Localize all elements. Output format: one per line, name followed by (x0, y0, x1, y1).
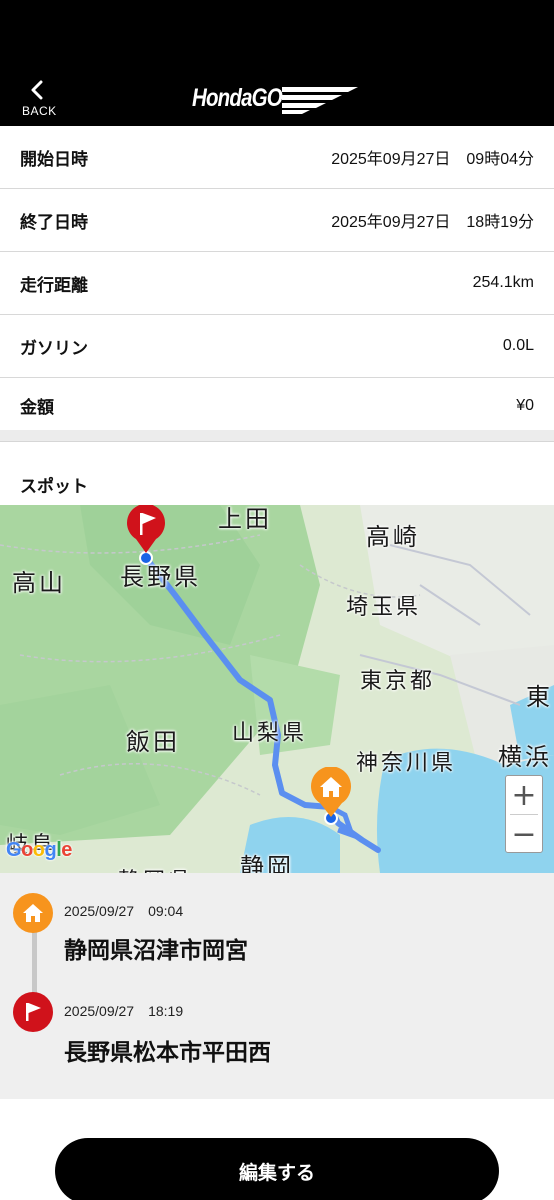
detail-value: 254.1km (472, 274, 534, 291)
detail-value: 0.0L (502, 337, 534, 354)
detail-value: ¥0 (516, 396, 534, 414)
route-line (139, 551, 381, 853)
detail-row-start-time: 開始日時 2025年09月27日 09時04分 (0, 126, 554, 189)
zoom-control: + − (505, 775, 543, 853)
logo-text: HondaGO (192, 83, 283, 112)
detail-label: 金額 (20, 398, 54, 417)
timeline-place: 長野県松本市平田西 (64, 1039, 271, 1065)
section-divider (0, 430, 554, 442)
back-button[interactable]: BACK (14, 76, 66, 122)
edit-button[interactable]: 編集する (55, 1138, 499, 1200)
map-label: 長野県 (120, 564, 201, 591)
detail-row-gasoline: ガソリン 0.0L (0, 315, 554, 378)
back-label: BACK (22, 104, 57, 118)
map-label: 静岡 (240, 854, 294, 873)
app-header: BACK HondaGO (0, 0, 554, 126)
map-label: 静岡県 (118, 863, 193, 873)
ride-details: 開始日時 2025年09月27日 09時04分 終了日時 2025年09月27日… (0, 126, 554, 433)
map-label: 東京都 (360, 668, 436, 693)
detail-row-distance: 走行距離 254.1km (0, 252, 554, 315)
map-label: 埼玉県 (346, 594, 422, 619)
zoom-in-button[interactable]: + (506, 776, 542, 814)
map-label: 高山 (12, 570, 66, 597)
detail-label: 開始日時 (20, 149, 88, 169)
end-flag-marker[interactable] (124, 505, 168, 555)
start-home-marker[interactable] (309, 767, 353, 819)
chevron-left-icon (31, 80, 43, 100)
spot-section-title: スポット (20, 477, 88, 496)
map-label: 横浜 (498, 744, 552, 771)
detail-value: 2025年09月27日 09時04分 (331, 151, 534, 168)
hondago-logo: HondaGO (192, 80, 358, 116)
map-label: 東 (526, 684, 553, 711)
map-label: 上田 (218, 506, 272, 533)
route-map[interactable]: 上田 高崎 長野県 高山 埼玉県 東京都 東 飯田 山梨県 神奈川県 横浜 静岡… (0, 505, 554, 873)
timeline-date: 2025/09/27 09:04 (64, 903, 184, 919)
flag-icon (13, 992, 53, 1032)
detail-row-amount: 金額 ¥0 (0, 378, 554, 433)
google-attribution[interactable]: Google (6, 839, 72, 862)
map-label: 飯田 (126, 729, 180, 756)
home-icon (13, 893, 53, 933)
map-label: 神奈川県 (356, 750, 457, 775)
timeline-date: 2025/09/27 18:19 (64, 1003, 184, 1019)
timeline-place: 静岡県沼津市岡宮 (64, 937, 248, 963)
detail-label: 終了日時 (20, 212, 88, 232)
detail-value: 2025年09月27日 18時19分 (331, 214, 534, 231)
wing-logo-icon (282, 87, 358, 114)
detail-row-end-time: 終了日時 2025年09月27日 18時19分 (0, 189, 554, 252)
spot-timeline: 2025/09/27 09:04 静岡県沼津市岡宮 2025/09/27 18:… (0, 873, 554, 1099)
map-label: 高崎 (366, 524, 420, 551)
zoom-out-button[interactable]: − (506, 815, 542, 853)
detail-label: ガソリン (20, 338, 88, 358)
detail-label: 走行距離 (20, 275, 88, 295)
map-label: 山梨県 (232, 720, 308, 745)
